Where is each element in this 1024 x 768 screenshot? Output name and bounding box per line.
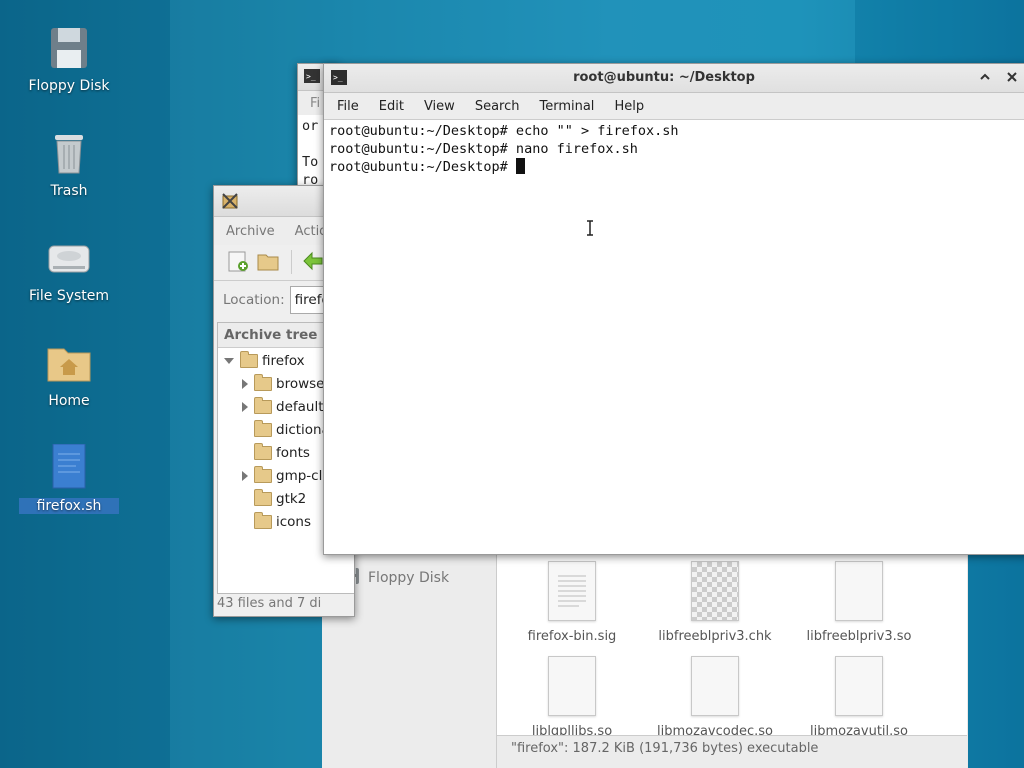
desktop-icon-label: Trash [50,183,88,199]
terminal-line: root@ubuntu:~/Desktop# [329,159,516,175]
library-file-icon [835,656,883,716]
folder-icon [254,489,272,506]
text-cursor [515,158,525,174]
menu-view[interactable]: View [414,99,465,114]
file-item[interactable]: libfreeblpriv3.so [789,561,929,644]
trash-icon [45,129,93,177]
ibeam-cursor-icon [585,220,595,240]
library-file-icon [835,561,883,621]
tree-item[interactable]: icons [254,511,311,533]
file-grid: firefox-bin.sig libfreeblpriv3.chk libfr… [497,545,967,735]
svg-text:>_: >_ [306,72,316,81]
window-title: root@ubuntu: ~/Desktop [573,70,755,85]
expander-closed-icon[interactable] [242,379,248,389]
new-archive-icon[interactable] [227,250,249,276]
tree-item-label: gmp-cl [276,468,323,484]
file-item[interactable]: libmozavcodec.so [645,656,785,735]
status-bar: "firefox": 187.2 KiB (191,736 bytes) exe… [497,735,967,768]
file-name: libfreeblpriv3.chk [658,629,772,644]
sidebar-item-floppy-disk[interactable]: Floppy Disk [342,567,449,589]
floppy-disk-icon [45,24,93,72]
desktop-icon-file-system[interactable]: File System [19,234,119,304]
tree-item[interactable]: dictiona [254,419,330,441]
menu-archive[interactable]: Archive [214,224,285,239]
folder-icon [254,420,272,437]
tree-item[interactable]: default [242,396,324,418]
menubar: File Edit View Search Terminal Help [324,93,1024,119]
tree-item-label: firefox [262,353,305,369]
terminal-window[interactable]: >_ root@ubuntu: ~/Desktop File Edit View… [323,63,1024,555]
hard-drive-icon [45,234,93,282]
location-label: Location: [223,292,285,308]
expander-open-icon[interactable] [224,358,234,364]
tree-item-label: icons [276,514,312,530]
file-name: libmozavcodec.so [657,724,773,735]
file-item[interactable]: liblgpllibs.so [502,656,642,735]
terminal-output[interactable]: root@ubuntu:~/Desktop# echo "" > firefox… [324,119,1024,554]
file-item[interactable]: libfreeblpriv3.chk [645,561,785,644]
script-file-icon [45,443,93,492]
expander-closed-icon[interactable] [242,471,248,481]
library-file-icon [691,656,739,716]
desktop-icon-firefox-sh[interactable]: firefox.sh [19,443,119,514]
menu-search[interactable]: Search [465,99,530,114]
desktop-icon-trash[interactable]: Trash [19,129,119,199]
tree-item[interactable]: gtk2 [254,488,306,510]
folder-icon [254,397,272,414]
menu-terminal[interactable]: Terminal [529,99,604,114]
back-arrow-icon[interactable] [302,251,324,275]
desktop-icon-label: Floppy Disk [28,78,110,94]
home-folder-icon [45,339,93,387]
tree-item-label: default [276,399,324,415]
file-name: libmozavutil.so [810,724,908,735]
tree-item-label: browse [276,376,325,392]
menu-edit[interactable]: Edit [369,99,414,114]
archive-manager-icon [220,191,240,215]
desktop-icon-label: File System [28,288,110,304]
titlebar[interactable]: >_ root@ubuntu: ~/Desktop [324,64,1024,93]
sidebar-item-label: Floppy Disk [368,570,450,586]
terminal-icon: >_ [304,69,320,87]
maximize-chevron-icon[interactable] [979,71,991,87]
tree-item[interactable]: firefox [224,350,305,372]
desktop-icon-label: Home [48,393,90,409]
tree-item[interactable]: fonts [254,442,310,464]
library-file-icon [548,656,596,716]
menu-help[interactable]: Help [604,99,654,114]
tree-item-label: fonts [276,445,310,461]
terminal-prompt-line: root@ubuntu:~/Desktop# [329,158,1024,176]
file-manager-window[interactable]: Floppy Disk firefox-bin.sig libfreeblpri… [322,545,968,768]
status-bar: 43 files and 7 di [217,596,322,611]
file-name: firefox-bin.sig [527,629,617,644]
toolbar-separator [291,250,292,274]
file-item[interactable]: firefox-bin.sig [502,561,642,644]
tree-item[interactable]: gmp-cl [242,465,322,487]
folder-icon [254,443,272,460]
terminal-line: root@ubuntu:~/Desktop# nano firefox.sh [329,141,638,157]
tree-item[interactable]: browse [242,373,324,395]
tree-item-label: dictiona [276,422,330,438]
desktop-icon-label: firefox.sh [19,498,119,514]
folder-icon [254,466,272,483]
desktop-icon-home[interactable]: Home [19,339,119,409]
menu-file[interactable]: File [327,99,369,114]
open-folder-icon[interactable] [256,250,280,276]
folder-icon [254,374,272,391]
checksum-file-icon [691,561,739,621]
folder-icon [240,351,258,368]
tree-item-label: gtk2 [276,491,307,507]
text-file-icon [548,561,596,621]
file-name: libfreeblpriv3.so [806,629,912,644]
file-name: liblgpllibs.so [531,724,613,735]
close-icon[interactable] [1006,71,1018,87]
folder-icon [254,512,272,529]
terminal-line: root@ubuntu:~/Desktop# echo "" > firefox… [329,123,679,139]
desktop-icon-floppy-disk[interactable]: Floppy Disk [19,24,119,94]
file-item[interactable]: libmozavutil.so [789,656,929,735]
expander-closed-icon[interactable] [242,402,248,412]
